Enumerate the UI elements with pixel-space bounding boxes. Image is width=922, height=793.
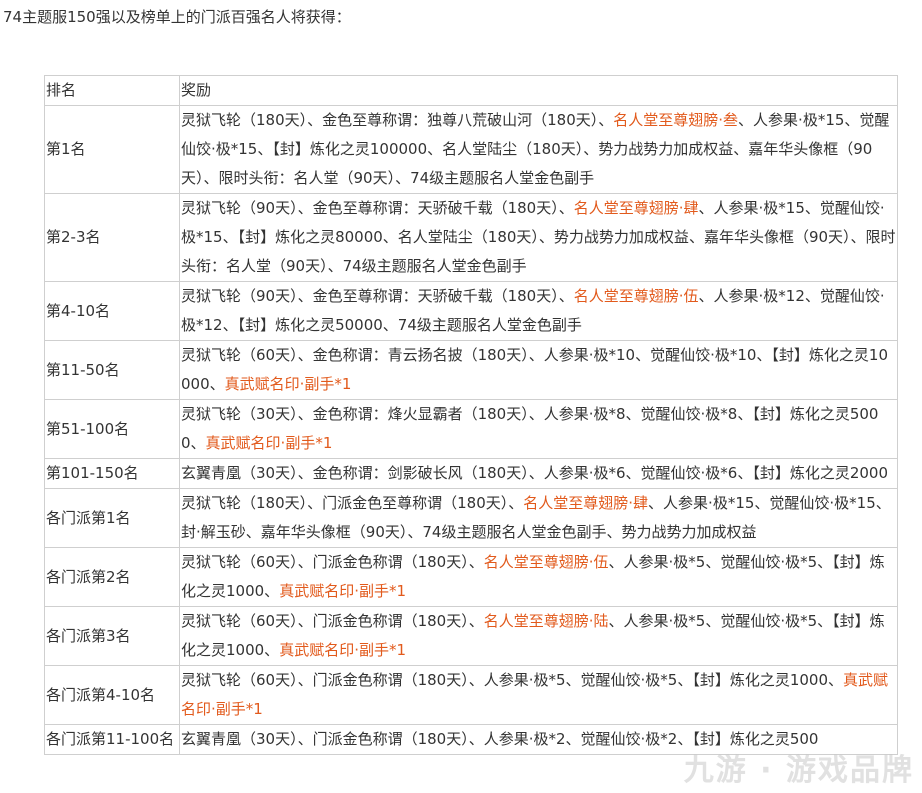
rank-cell: 第2-3名: [44, 193, 180, 282]
table-row: 各门派第1名 灵狱飞轮（180天）、门派金色至尊称谓（180天）、名人堂至尊翅膀·…: [44, 488, 898, 548]
highlighted-reward: 真武赋名印·副手*1: [279, 582, 406, 600]
reward-cell: 玄翼青凰（30天）、金色称谓：剑影破长风（180天）、人参果·极*6、觉醒仙饺·…: [179, 458, 898, 489]
table-body: 第1名 灵狱飞轮（180天）、金色至尊称谓：独尊八荒破山河（180天）、名人堂至尊…: [44, 105, 898, 755]
reward-cell: 灵狱飞轮（180天）、金色至尊称谓：独尊八荒破山河（180天）、名人堂至尊翅膀·…: [179, 105, 898, 194]
intro-text: 74主题服150强以及榜单上的门派百强名人将获得：: [3, 8, 351, 26]
table-row: 各门派第2名 灵狱飞轮（60天）、门派金色称谓（180天）、名人堂至尊翅膀·伍、人…: [44, 547, 898, 607]
highlighted-reward: 真武赋名印·副手*1: [224, 375, 352, 393]
table-row: 第2-3名 灵狱飞轮（90天）、金色至尊称谓：天骄破千载（180天）、名人堂至尊翅…: [44, 193, 898, 282]
rank-cell: 第51-100名: [44, 399, 180, 459]
reward-cell: 灵狱飞轮（30天）、金色称谓：烽火显霸者（180天）、人参果·极*8、觉醒仙饺·…: [179, 399, 898, 459]
table-row: 第101-150名 玄翼青凰（30天）、金色称谓：剑影破长风（180天）、人参果·…: [44, 458, 898, 489]
reward-text: 灵狱飞轮（60天）、门派金色称谓（180天）、: [181, 612, 484, 630]
rank-cell: 第101-150名: [44, 458, 180, 489]
table-row: 各门派第4-10名 灵狱飞轮（60天）、门派金色称谓（180天）、人参果·极*5、…: [44, 665, 898, 725]
reward-cell: 灵狱飞轮（90天）、金色至尊称谓：天骄破千载（180天）、名人堂至尊翅膀·伍、人…: [179, 281, 898, 341]
rank-cell: 各门派第1名: [44, 488, 180, 548]
highlighted-reward: 真武赋名印·副手*1: [279, 641, 406, 659]
table-header-row: 排名 奖励: [44, 75, 898, 106]
highlighted-reward: 名人堂至尊翅膀·伍: [573, 287, 699, 305]
highlighted-reward: 名人堂至尊翅膀·伍: [483, 553, 609, 571]
watermark-logo: 九游 · 游戏品牌: [683, 753, 914, 788]
table-row: 第11-50名 灵狱飞轮（60天）、金色称谓：青云扬名披（180天）、人参果·极*…: [44, 340, 898, 400]
highlighted-reward: 真武赋名印·副手*1: [205, 434, 333, 452]
table-row: 第4-10名 灵狱飞轮（90天）、金色至尊称谓：天骄破千载（180天）、名人堂至尊…: [44, 281, 898, 341]
highlighted-reward: 名人堂至尊翅膀·肆: [573, 199, 699, 217]
reward-cell: 灵狱飞轮（180天）、门派金色至尊称谓（180天）、名人堂至尊翅膀·肆、人参果·…: [179, 488, 898, 548]
header-reward: 奖励: [179, 75, 898, 106]
header-rank: 排名: [44, 75, 180, 106]
reward-cell: 灵狱飞轮（60天）、门派金色称谓（180天）、名人堂至尊翅膀·伍、人参果·极*5…: [179, 547, 898, 607]
rank-cell: 第1名: [44, 105, 180, 194]
highlighted-reward: 名人堂至尊翅膀·陆: [483, 612, 609, 630]
rewards-table: 排名 奖励 第1名 灵狱飞轮（180天）、金色至尊称谓：独尊八荒破山河（180天）…: [44, 75, 898, 755]
rank-cell: 第11-50名: [44, 340, 180, 400]
highlighted-reward: 名人堂至尊翅膀·肆: [523, 494, 649, 512]
table-row: 第51-100名 灵狱飞轮（30天）、金色称谓：烽火显霸者（180天）、人参果·极…: [44, 399, 898, 459]
reward-text: 灵狱飞轮（90天）、金色至尊称谓：天骄破千载（180天）、: [181, 287, 574, 305]
table-row: 各门派第3名 灵狱飞轮（60天）、门派金色称谓（180天）、名人堂至尊翅膀·陆、人…: [44, 606, 898, 666]
table-row: 第1名 灵狱飞轮（180天）、金色至尊称谓：独尊八荒破山河（180天）、名人堂至尊…: [44, 105, 898, 194]
reward-cell: 灵狱飞轮（60天）、门派金色称谓（180天）、人参果·极*5、觉醒仙饺·极*5、…: [179, 665, 898, 725]
reward-text: 灵狱飞轮（60天）、门派金色称谓（180天）、人参果·极*5、觉醒仙饺·极*5、…: [181, 671, 844, 689]
rank-cell: 各门派第11-100名: [44, 724, 180, 755]
reward-text: 玄翼青凰（30天）、金色称谓：剑影破长风（180天）、人参果·极*6、觉醒仙饺·…: [181, 464, 889, 482]
rank-cell: 各门派第4-10名: [44, 665, 180, 725]
rank-cell: 各门派第3名: [44, 606, 180, 666]
reward-cell: 灵狱飞轮（60天）、门派金色称谓（180天）、名人堂至尊翅膀·陆、人参果·极*5…: [179, 606, 898, 666]
reward-text: 灵狱飞轮（60天）、门派金色称谓（180天）、: [181, 553, 484, 571]
reward-text: 灵狱飞轮（180天）、金色至尊称谓：独尊八荒破山河（180天）、: [181, 111, 614, 129]
reward-text: 灵狱飞轮（180天）、门派金色至尊称谓（180天）、: [181, 494, 524, 512]
reward-cell: 灵狱飞轮（90天）、金色至尊称谓：天骄破千载（180天）、名人堂至尊翅膀·肆、人…: [179, 193, 898, 282]
reward-cell: 灵狱飞轮（60天）、金色称谓：青云扬名披（180天）、人参果·极*10、觉醒仙饺…: [179, 340, 898, 400]
highlighted-reward: 名人堂至尊翅膀·叁: [613, 111, 739, 129]
rank-cell: 各门派第2名: [44, 547, 180, 607]
reward-text: 灵狱飞轮（90天）、金色至尊称谓：天骄破千载（180天）、: [181, 199, 574, 217]
rank-cell: 第4-10名: [44, 281, 180, 341]
